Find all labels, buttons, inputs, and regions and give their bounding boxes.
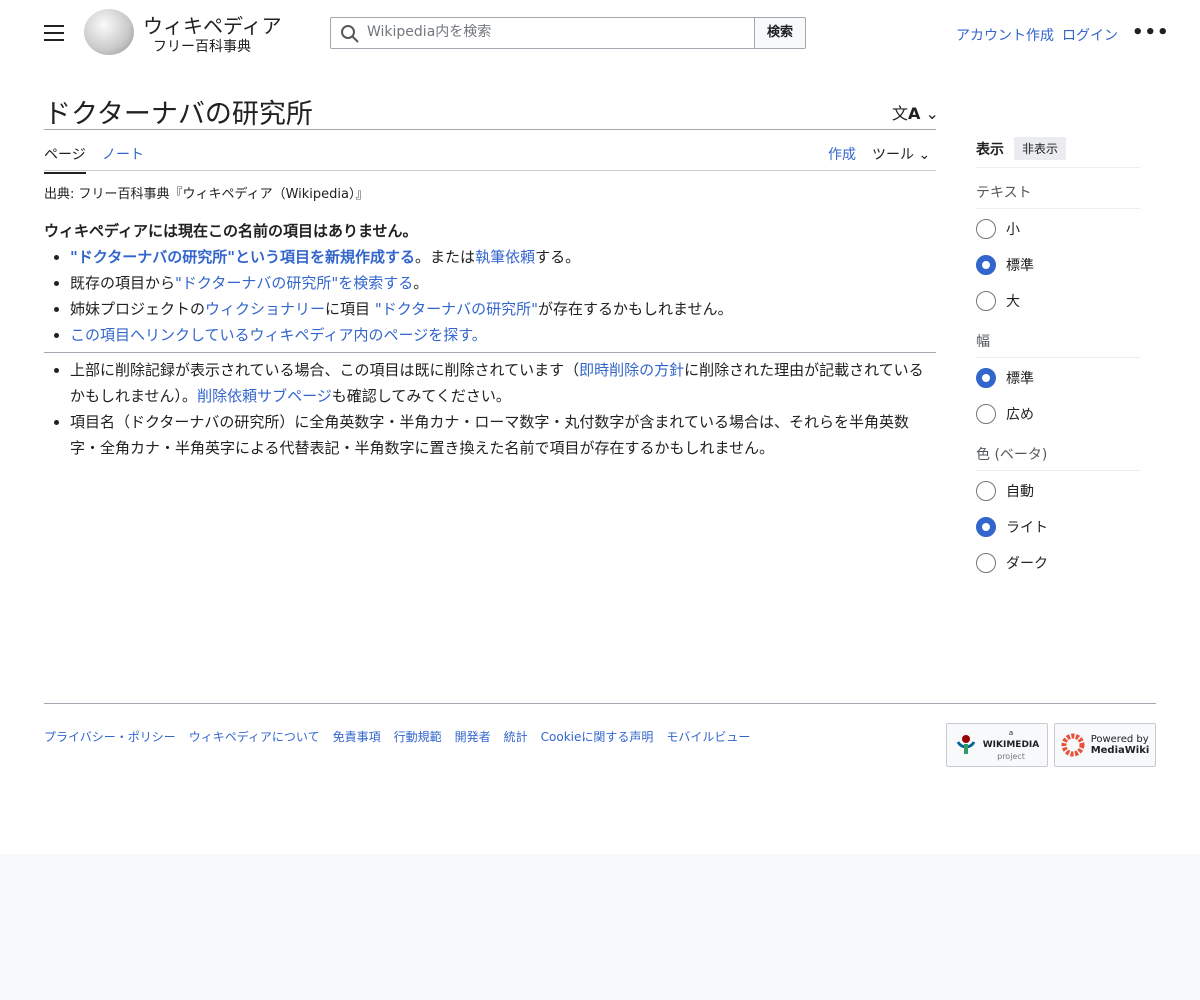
footer-link-stats[interactable]: 統計 bbox=[504, 728, 528, 745]
page: ウィキペディア フリー百科事典 検索 アカウント作成 ログイン ••• ドクター… bbox=[0, 0, 1200, 854]
mediawiki-logo-icon bbox=[1061, 733, 1085, 757]
text-size-label: テキスト bbox=[976, 182, 1140, 209]
page-tabs: ページ ノート 作成 ツール ⌄ bbox=[44, 130, 936, 174]
radio-color-dark[interactable]: ダーク bbox=[976, 547, 1140, 579]
create-account-link[interactable]: アカウント作成 bbox=[956, 25, 1054, 45]
list-item: 既存の項目から"ドクターナバの研究所"を検索する。 bbox=[70, 270, 936, 296]
tools-label: ツール bbox=[872, 147, 914, 163]
footer-link-mobile[interactable]: モバイルビュー bbox=[666, 728, 750, 745]
login-link[interactable]: ログイン bbox=[1062, 25, 1118, 45]
wiktionary-link[interactable]: ウィクショナリー bbox=[205, 300, 325, 318]
footer-link-about[interactable]: ウィキペディアについて bbox=[189, 728, 320, 745]
whatlinkshere-link[interactable]: この項目へリンクしているウィキペディア内のページを探す。 bbox=[70, 326, 487, 344]
radio-color-light[interactable]: ライト bbox=[976, 511, 1140, 543]
footer-link-privacy[interactable]: プライバシー・ポリシー bbox=[44, 728, 176, 745]
radio-color-auto[interactable]: 自動 bbox=[976, 475, 1140, 507]
menu-icon[interactable] bbox=[44, 25, 64, 41]
tab-page[interactable]: ページ bbox=[44, 144, 86, 174]
radio-text-standard[interactable]: 標準 bbox=[976, 249, 1140, 281]
tab-create[interactable]: 作成 bbox=[828, 144, 856, 164]
tab-talk[interactable]: ノート bbox=[102, 144, 144, 164]
text: 。または bbox=[415, 248, 476, 266]
search-link[interactable]: "ドクターナバの研究所"を検索する bbox=[175, 274, 413, 292]
create-article-link[interactable]: "ドクターナバの研究所"という項目を新規作成する bbox=[70, 248, 415, 266]
tools-dropdown[interactable]: ツール ⌄ bbox=[872, 144, 930, 164]
page-subtitle: 出典: フリー百科事典『ウィキペディア（Wikipedia）』 bbox=[44, 187, 369, 202]
footer-link-cookie[interactable]: Cookieに関する声明 bbox=[541, 728, 654, 745]
footer-link-conduct[interactable]: 行動規範 bbox=[394, 728, 442, 745]
radio-width-standard[interactable]: 標準 bbox=[976, 362, 1140, 394]
width-label: 幅 bbox=[976, 331, 1140, 358]
wikipedia-logo[interactable] bbox=[84, 9, 134, 55]
list-item: この項目へリンクしているウィキペディア内のページを探す。 bbox=[70, 322, 936, 348]
color-label: 色 (ベータ) bbox=[976, 444, 1140, 471]
text: 。 bbox=[413, 274, 429, 292]
divider bbox=[44, 352, 936, 353]
text: が存在するかもしれません。 bbox=[538, 300, 733, 318]
text: 上部に削除記録が表示されている場合、この項目は既に削除されています（ bbox=[70, 361, 580, 379]
list-item: 項目名（ドクターナバの研究所）に全角英数字・半角カナ・ローマ数字・丸付数字が含ま… bbox=[70, 409, 936, 461]
article-content: ウィキペディアには現在この名前の項目はありません。 "ドクターナバの研究所"とい… bbox=[44, 218, 936, 461]
text: 既存の項目から bbox=[70, 274, 176, 292]
footer-link-disclaimer[interactable]: 免責事項 bbox=[333, 728, 381, 745]
list-item: 上部に削除記録が表示されている場合、この項目は既に削除されています（即時削除の方… bbox=[70, 357, 936, 409]
list-item: 姉妹プロジェクトのウィクショナリーに項目 "ドクターナバの研究所"が存在するかも… bbox=[70, 296, 936, 322]
deletion-request-link[interactable]: 削除依頼サブページ bbox=[197, 387, 332, 405]
wiktionary-entry-link[interactable]: "ドクターナバの研究所" bbox=[375, 300, 538, 318]
text: 姉妹プロジェクトの bbox=[70, 300, 206, 318]
hide-button[interactable]: 非表示 bbox=[1014, 137, 1067, 160]
search-button[interactable]: 検索 bbox=[754, 17, 806, 49]
language-icon[interactable]: 文A ⌄ bbox=[892, 100, 939, 124]
request-link[interactable]: 執筆依頼 bbox=[475, 248, 535, 266]
footer: プライバシー・ポリシー ウィキペディアについて 免責事項 行動規範 開発者 統計… bbox=[44, 703, 1156, 767]
logo-title[interactable]: ウィキペディア bbox=[143, 10, 282, 39]
text: も確認してみてください。 bbox=[331, 387, 511, 405]
mediawiki-badge[interactable]: Powered by MediaWiki bbox=[1054, 723, 1156, 767]
search-input[interactable] bbox=[367, 24, 747, 40]
text: する。 bbox=[535, 248, 581, 266]
deletion-policy-link[interactable]: 即時削除の方針 bbox=[579, 361, 684, 379]
wikimedia-badge[interactable]: a WIKIMEDIA project bbox=[946, 723, 1048, 767]
search-box[interactable] bbox=[330, 17, 755, 49]
list-item: "ドクターナバの研究所"という項目を新規作成する。または執筆依頼する。 bbox=[70, 244, 936, 270]
radio-width-wide[interactable]: 広め bbox=[976, 398, 1140, 430]
search-icon bbox=[341, 25, 359, 43]
text: に項目 bbox=[325, 300, 375, 318]
footer-link-developers[interactable]: 開発者 bbox=[455, 728, 491, 745]
more-options-icon[interactable]: ••• bbox=[1132, 22, 1170, 43]
wikimedia-logo-icon bbox=[956, 735, 976, 754]
logo-subtitle: フリー百科事典 bbox=[153, 39, 251, 55]
notice: ウィキペディアには現在この名前の項目はありません。 bbox=[44, 222, 418, 240]
appearance-panel: 表示 非表示 テキスト 小 標準 大 幅 標準 広め 色 (ベータ) 自動 ライト… bbox=[976, 136, 1140, 579]
panel-title: 表示 bbox=[976, 141, 1004, 158]
radio-text-large[interactable]: 大 bbox=[976, 285, 1140, 317]
page-title: ドクターナバの研究所 bbox=[44, 92, 936, 130]
radio-text-small[interactable]: 小 bbox=[976, 213, 1140, 245]
